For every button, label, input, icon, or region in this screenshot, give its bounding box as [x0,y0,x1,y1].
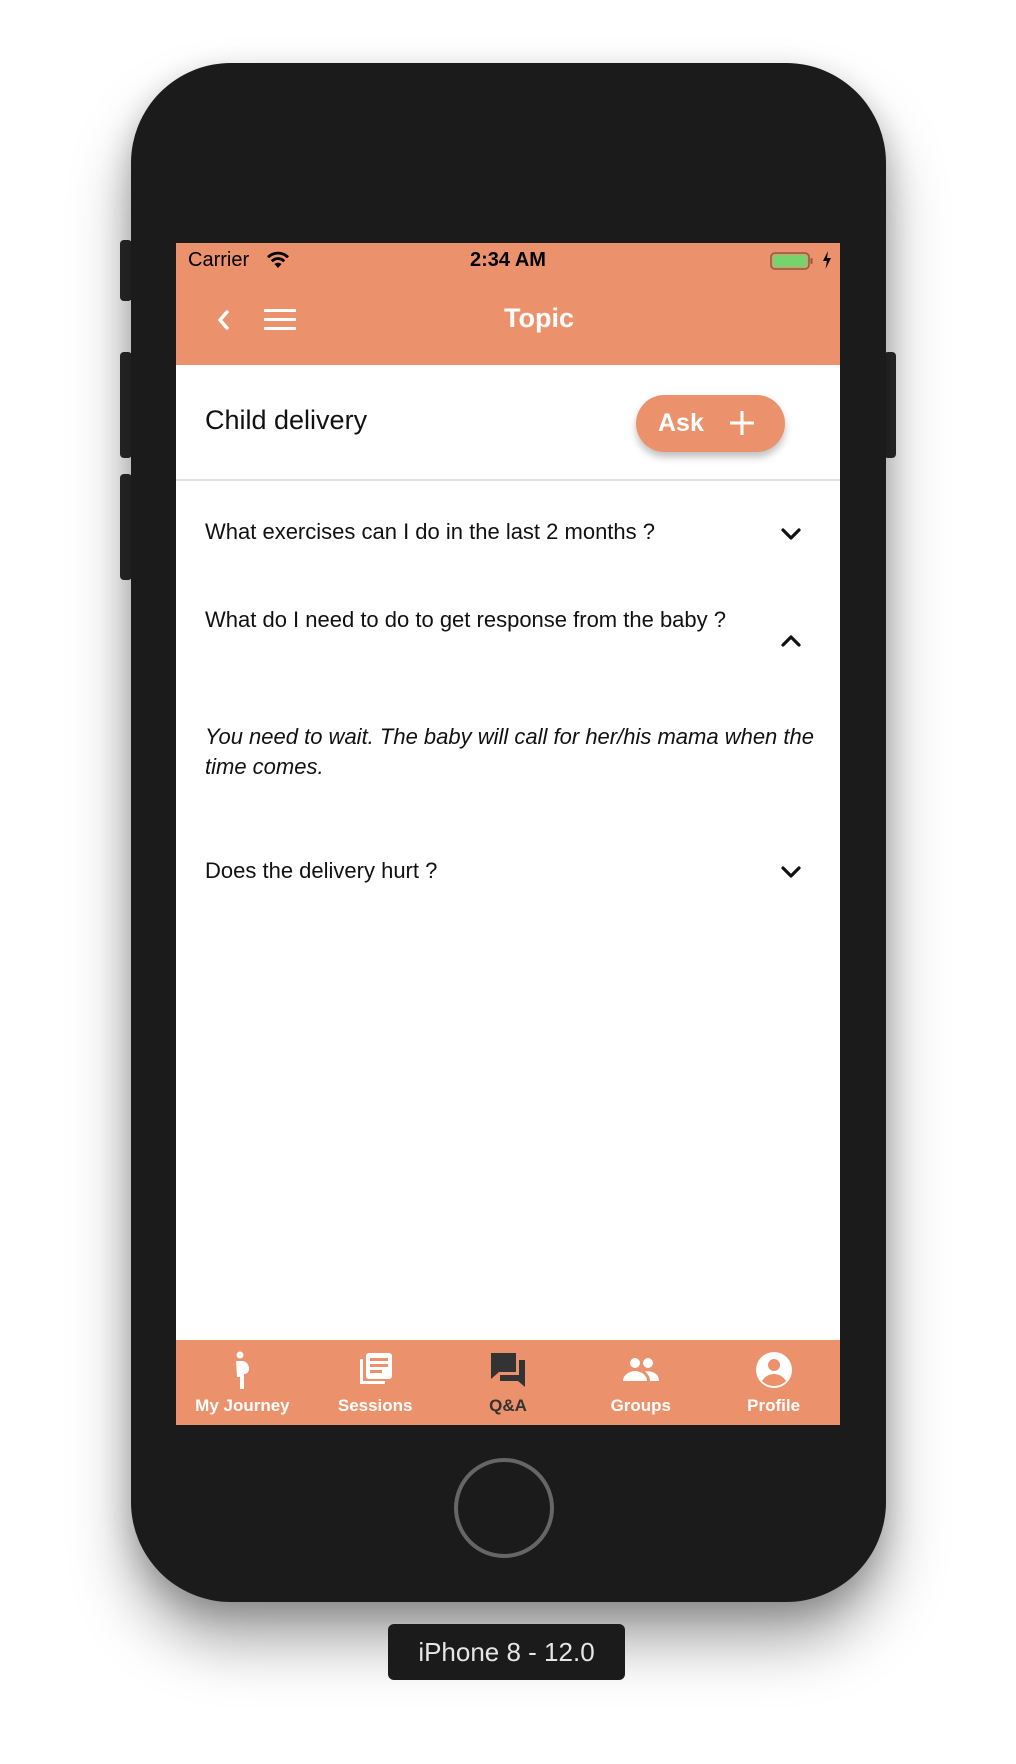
answer-text: You need to wait. The baby will call for… [205,724,814,779]
qa-item-expanded[interactable]: What do I need to do to get response fro… [176,571,840,779]
plus-icon [728,409,756,444]
library-books-icon [360,1353,393,1384]
tab-qa[interactable]: Q&A [442,1340,575,1425]
people-icon [622,1358,659,1381]
tab-sessions[interactable]: Sessions [309,1340,442,1425]
device-label: iPhone 8 - 12.0 [388,1624,625,1680]
tab-bar: My Journey Sessions Q&A Groups Profile [176,1340,840,1425]
qa-item[interactable]: What exercises can I do in the last 2 mo… [176,481,840,571]
battery-icon [770,252,813,270]
clock: 2:34 AM [470,249,546,271]
tab-label: Sessions [337,1396,413,1415]
home-button[interactable] [454,1458,554,1558]
charging-bolt-icon [822,251,832,275]
chevron-up-icon[interactable] [780,634,802,648]
question-text: Does the delivery hurt ? [205,858,438,883]
tab-my-journey[interactable]: My Journey [176,1340,309,1425]
app-screen: Carrier 2:34 AM Topic Child delivery Ask… [176,243,840,1425]
chevron-down-icon[interactable] [780,865,802,879]
topic-title: Child delivery [205,405,368,435]
ask-question-button[interactable]: Ask [636,395,785,452]
navigation-bar: Topic [176,279,840,365]
tab-label: My Journey [195,1396,290,1415]
question-text: What exercises can I do in the last 2 mo… [205,519,656,544]
tab-profile[interactable]: Profile [707,1340,840,1425]
topic-header: Child delivery Ask [176,365,840,481]
ask-button-label: Ask [658,409,704,437]
pregnant-woman-icon [236,1351,250,1389]
question-text: What do I need to do to get response fro… [205,607,726,632]
tab-groups[interactable]: Groups [574,1340,707,1425]
tab-label: Q&A [489,1396,527,1415]
qa-item[interactable]: Does the delivery hurt ? [176,831,840,911]
page-title: Topic [504,303,574,333]
tab-label: Groups [610,1396,672,1415]
status-bar: Carrier 2:34 AM [176,243,840,279]
forum-icon [490,1353,525,1387]
tab-label: Profile [747,1396,801,1415]
chevron-down-icon[interactable] [780,527,802,541]
account-circle-icon [755,1352,792,1388]
